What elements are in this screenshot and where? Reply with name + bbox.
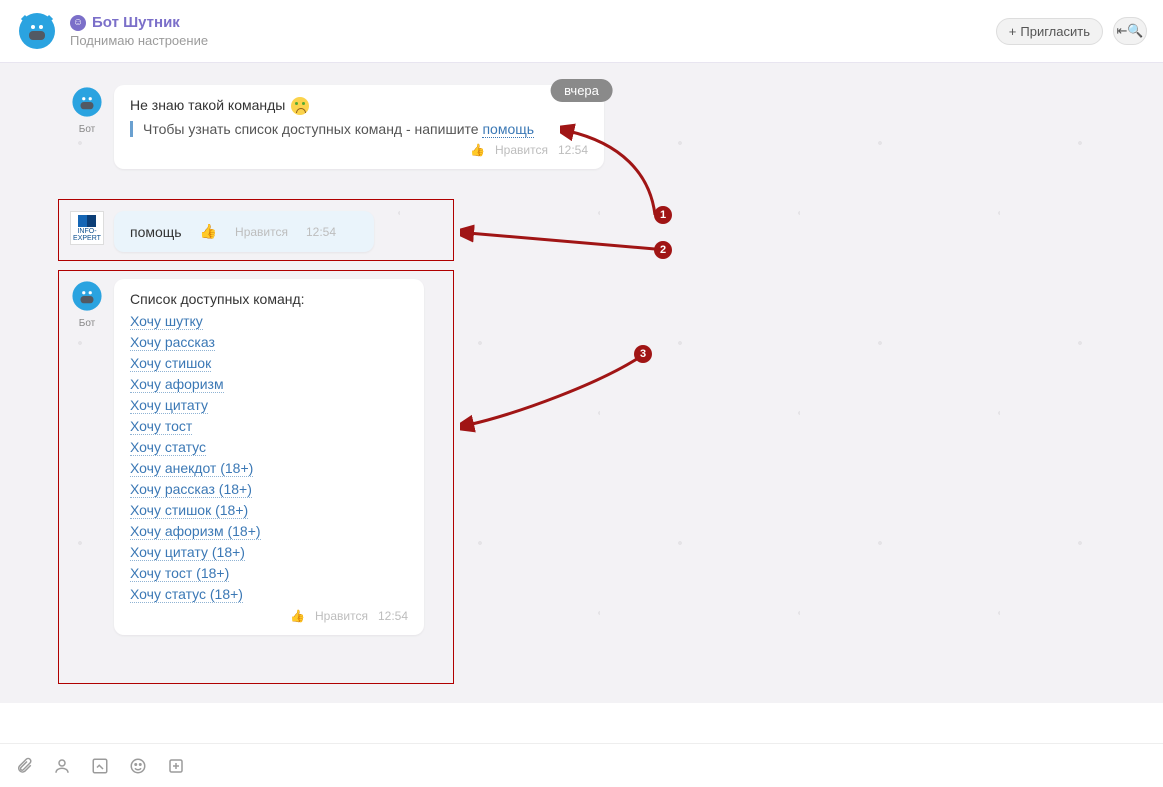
- command-link[interactable]: Хочу афоризм: [130, 376, 224, 393]
- like-label[interactable]: Нравится: [235, 225, 288, 239]
- annotation-badge-3: 3: [634, 345, 652, 363]
- quote-block: Чтобы узнать список доступных команд - н…: [130, 121, 588, 137]
- commands-list: Хочу шутку Хочу рассказ Хочу стишок Хочу аф…: [130, 313, 408, 603]
- message-time: 12:54: [306, 225, 336, 239]
- like-label[interactable]: Нравится: [315, 609, 368, 623]
- edit-icon[interactable]: [90, 756, 110, 776]
- command-link[interactable]: Хочу рассказ: [130, 334, 215, 351]
- message-time: 12:54: [558, 143, 588, 157]
- message-bubble: Не знаю такой команды Чтобы узнать списо…: [114, 85, 604, 169]
- command-link[interactable]: Хочу шутку: [130, 313, 203, 330]
- command-link[interactable]: Хочу цитату (18+): [130, 544, 245, 561]
- avatar-label-bot: Бот: [70, 124, 104, 135]
- chat-area: вчера Бот Не знаю такой команды Чтобы уз…: [0, 63, 1163, 703]
- header-info: ☺ Бот Шутник Поднимаю настроение: [70, 14, 996, 48]
- command-link[interactable]: Хочу цитату: [130, 397, 208, 414]
- message-bubble: Список доступных команд: Хочу шуткуХочу …: [114, 279, 424, 635]
- invite-button[interactable]: + Пригласить: [996, 18, 1103, 45]
- avatar-label-bot: Бот: [70, 318, 104, 329]
- composer-toolbar: [0, 743, 1163, 787]
- message-time: 12:54: [378, 609, 408, 623]
- bot-avatar-small: Бот: [70, 85, 104, 119]
- command-link[interactable]: Хочу стишок: [130, 355, 211, 372]
- emoji-icon[interactable]: [128, 756, 148, 776]
- sticker-icon[interactable]: [166, 756, 186, 776]
- invite-label: Пригласить: [1020, 24, 1090, 39]
- message-bot-2: Бот Список доступных команд: Хочу шуткуХ…: [70, 279, 424, 635]
- message-bot-1: Бот Не знаю такой команды Чтобы узнать с…: [70, 85, 604, 169]
- command-link[interactable]: Хочу рассказ (18+): [130, 481, 252, 498]
- command-link[interactable]: Хочу анекдот (18+): [130, 460, 253, 477]
- attach-icon[interactable]: [14, 756, 34, 776]
- command-link[interactable]: Хочу статус: [130, 439, 206, 456]
- commands-heading: Список доступных команд:: [130, 291, 408, 307]
- message-user-1: INFO-EXPERT помощь 👍 Нравится 12:54: [70, 211, 374, 252]
- like-icon[interactable]: 👍: [470, 143, 485, 157]
- bot-avatar-large: [16, 10, 58, 52]
- user-avatar: INFO-EXPERT: [70, 211, 104, 245]
- like-label[interactable]: Нравится: [495, 143, 548, 157]
- like-icon[interactable]: 👍: [200, 223, 217, 240]
- command-link[interactable]: Хочу статус (18+): [130, 586, 243, 603]
- mention-icon[interactable]: [52, 756, 72, 776]
- bot-avatar-small: Бот: [70, 279, 104, 313]
- date-separator: вчера: [550, 79, 613, 102]
- command-link[interactable]: Хочу стишок (18+): [130, 502, 248, 519]
- command-link[interactable]: Хочу тост (18+): [130, 565, 229, 582]
- search-toggle-button[interactable]: ⇤🔍: [1113, 17, 1147, 45]
- command-link[interactable]: Хочу тост: [130, 418, 192, 435]
- user-message-text: помощь: [130, 224, 182, 240]
- message-bubble-user: помощь 👍 Нравится 12:54: [114, 211, 374, 252]
- like-icon[interactable]: 👍: [290, 609, 305, 623]
- chat-header: ☺ Бот Шутник Поднимаю настроение + Пригл…: [0, 0, 1163, 63]
- message-text: Не знаю такой команды: [130, 97, 588, 115]
- search-collapse-icon: ⇤🔍: [1116, 23, 1143, 39]
- help-command-link[interactable]: помощь: [482, 121, 534, 138]
- plus-icon: +: [1009, 24, 1017, 39]
- command-link[interactable]: Хочу афоризм (18+): [130, 523, 261, 540]
- annotation-badge-2: 2: [654, 241, 672, 259]
- chat-subtitle: Поднимаю настроение: [70, 33, 996, 48]
- sad-emoji-icon: [291, 97, 309, 115]
- bot-badge-icon: ☺: [70, 15, 86, 31]
- annotation-badge-1: 1: [654, 206, 672, 224]
- chat-title: Бот Шутник: [92, 14, 180, 31]
